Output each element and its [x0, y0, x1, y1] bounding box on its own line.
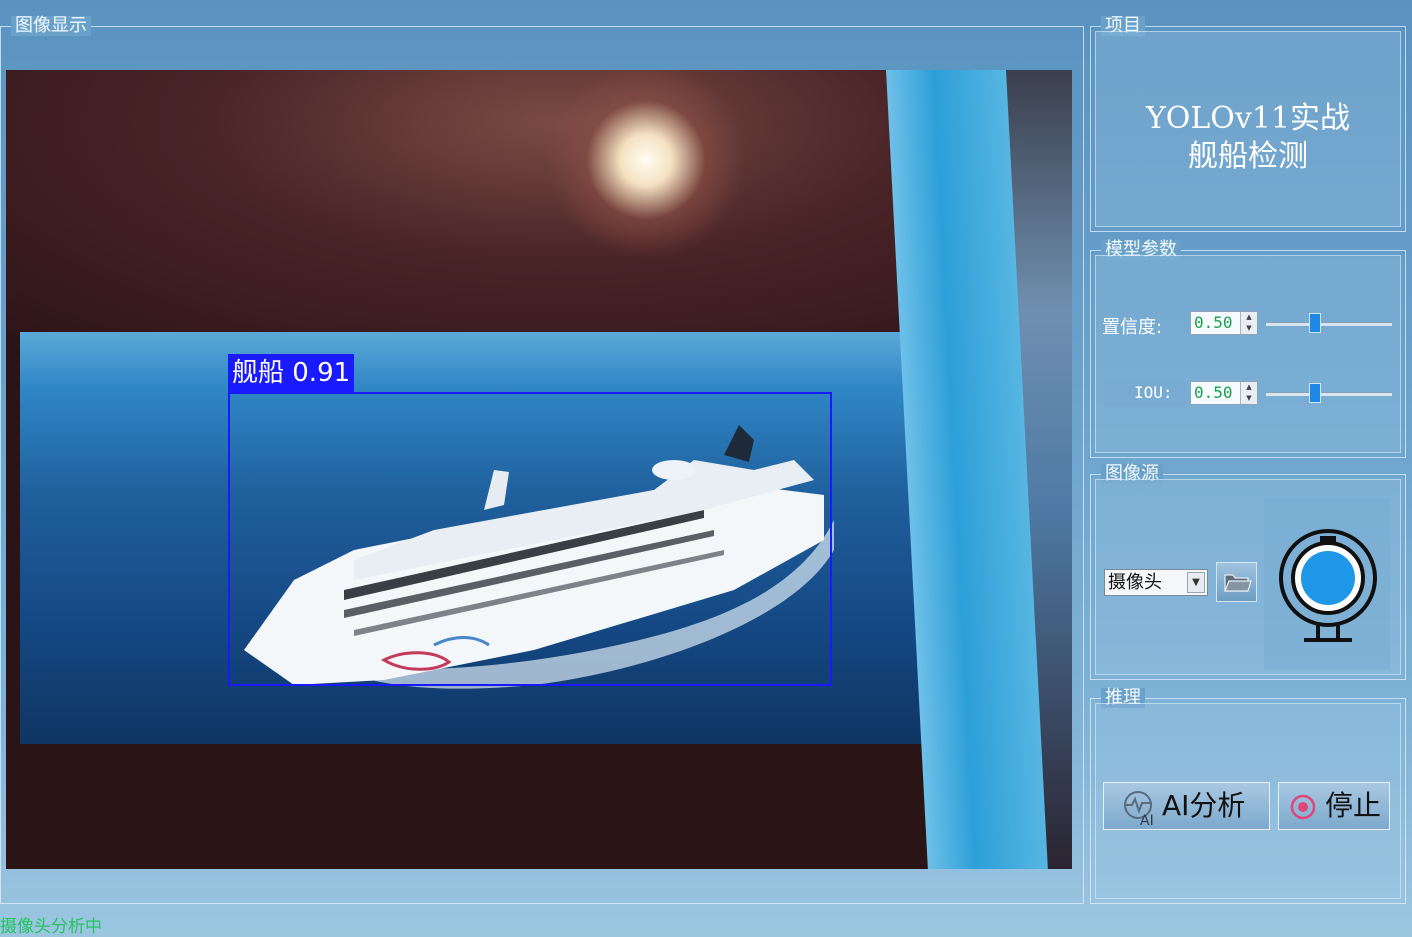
iou-slider[interactable] — [1266, 381, 1392, 405]
camera-button[interactable] — [1264, 498, 1390, 670]
webcam-icon — [1279, 529, 1377, 642]
source-select[interactable]: 摄像头 ▼ — [1104, 569, 1208, 596]
step-up-icon[interactable]: ▲ — [1241, 312, 1257, 323]
slider-handle[interactable] — [1309, 383, 1321, 403]
screen-bezel — [6, 744, 986, 869]
model-params-panel — [1095, 255, 1401, 453]
slider-track — [1266, 392, 1392, 396]
image-display-title: 图像显示 — [11, 16, 91, 36]
iou-label: IOU: — [1134, 383, 1173, 402]
iou-stepper[interactable]: ▲ ▼ — [1240, 382, 1257, 404]
iou-value: 0.50 — [1194, 383, 1233, 402]
confidence-stepper[interactable]: ▲ ▼ — [1240, 312, 1257, 334]
detection-label: 舰船 0.91 — [228, 354, 355, 392]
project-title-line2: 舰船检测 — [1188, 139, 1308, 174]
model-params-group: 模型参数 — [1090, 240, 1406, 458]
background-scene — [6, 70, 926, 335]
project-title: YOLOv11实战 舰船检测 — [1096, 100, 1400, 176]
stop-button[interactable]: 停止 — [1278, 782, 1390, 830]
confidence-value: 0.50 — [1194, 313, 1233, 332]
image-display-view: 舰船 0.91 — [6, 70, 1072, 869]
confidence-slider[interactable] — [1266, 311, 1392, 335]
folder-icon — [1224, 574, 1252, 592]
svg-text:AI: AI — [1140, 813, 1154, 827]
confidence-spinbox[interactable]: 0.50 ▲ ▼ — [1190, 311, 1258, 335]
ai-pulse-icon: AI — [1124, 791, 1154, 827]
confidence-label: 置信度: — [1102, 317, 1163, 338]
project-title-line1: YOLOv11实战 — [1145, 101, 1351, 136]
open-folder-button[interactable] — [1216, 562, 1257, 602]
detection-box — [228, 392, 832, 686]
slider-track — [1266, 322, 1392, 326]
step-down-icon[interactable]: ▼ — [1241, 323, 1257, 334]
stop-label: 停止 — [1325, 789, 1382, 822]
stop-icon — [1290, 794, 1316, 820]
project-group: 项目 YOLOv11实战 舰船检测 — [1090, 16, 1406, 232]
slider-handle[interactable] — [1309, 313, 1321, 333]
step-down-icon[interactable]: ▼ — [1241, 393, 1257, 404]
ai-analyze-button[interactable]: AI AI分析 — [1103, 782, 1270, 830]
ai-analyze-label: AI分析 — [1162, 789, 1246, 822]
status-text: 摄像头分析中 — [0, 917, 102, 937]
chevron-down-icon[interactable]: ▼ — [1187, 572, 1205, 593]
iou-spinbox[interactable]: 0.50 ▲ ▼ — [1190, 381, 1258, 405]
project-panel: YOLOv11实战 舰船检测 — [1095, 31, 1401, 227]
step-up-icon[interactable]: ▲ — [1241, 382, 1257, 393]
source-select-value: 摄像头 — [1108, 572, 1162, 593]
